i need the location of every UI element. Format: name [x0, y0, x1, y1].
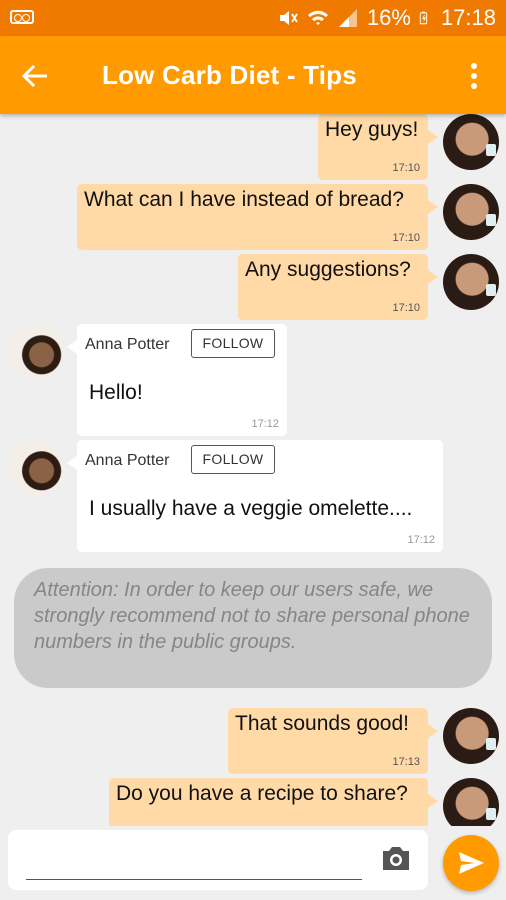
mute-icon [279, 11, 298, 25]
app-bar: Low Carb Diet - Tips [0, 36, 506, 114]
status-bar: 16% 17:18 [0, 0, 506, 36]
avatar[interactable] [443, 254, 499, 310]
voicemail-icon [10, 10, 34, 24]
message-time: 17:10 [392, 162, 420, 174]
message-time: 17:13 [392, 756, 420, 768]
avatar-anna-potter[interactable] [8, 440, 64, 496]
sender-name: Anna Potter [85, 452, 170, 469]
message-time: 17:10 [392, 302, 420, 314]
page-title: Low Carb Diet - Tips [102, 60, 357, 90]
battery-percent: 16% [366, 5, 411, 30]
clock: 17:18 [440, 5, 496, 30]
message-text: Any suggestions? [245, 258, 411, 281]
message-incoming: Anna Potter FOLLOW Hello! 17:12 [67, 324, 287, 436]
message-outgoing: Hey guys! 17:10 [318, 114, 438, 180]
message-time: 17:12 [251, 418, 279, 430]
message-text: Do you have a recipe to share? [116, 782, 408, 805]
message-text: Hey guys! [325, 118, 419, 141]
wifi-icon [307, 10, 328, 25]
avatar[interactable] [443, 708, 499, 764]
follow-button[interactable]: FOLLOW [191, 329, 275, 358]
message-incoming: Anna Potter FOLLOW I usually have a vegg… [67, 440, 443, 552]
overflow-menu-icon[interactable] [470, 62, 478, 90]
avatar[interactable] [443, 114, 499, 170]
send-button[interactable] [443, 835, 499, 891]
avatar-anna-potter[interactable] [8, 324, 64, 380]
back-arrow-icon[interactable] [20, 61, 50, 91]
camera-icon[interactable] [380, 843, 412, 873]
avatar[interactable] [443, 778, 499, 826]
message-text: What can I have instead of bread? [84, 188, 404, 211]
message-text: That sounds good! [235, 712, 409, 735]
message-outgoing: What can I have instead of bread? 17:10 [77, 184, 438, 250]
message-outgoing: That sounds good! 17:13 [228, 708, 438, 774]
message-text: I usually have a veggie omelette.... [89, 497, 413, 520]
safety-notice: Attention: In order to keep our users sa… [14, 568, 492, 688]
message-composer [8, 830, 428, 890]
signal-icon [338, 9, 357, 27]
message-text: Hello! [89, 381, 143, 404]
message-input[interactable] [26, 840, 362, 880]
message-outgoing: Do you have a recipe to share? [109, 778, 438, 826]
avatar[interactable] [443, 184, 499, 240]
sender-name: Anna Potter [85, 336, 170, 353]
message-time: 17:10 [392, 232, 420, 244]
message-outgoing: Any suggestions? 17:10 [238, 254, 438, 320]
message-time: 17:12 [407, 534, 435, 546]
message-list[interactable]: Hey guys! 17:10 What can I have instead … [0, 114, 506, 826]
send-icon [459, 852, 484, 874]
battery-charging-icon [419, 11, 428, 25]
follow-button[interactable]: FOLLOW [191, 445, 275, 474]
